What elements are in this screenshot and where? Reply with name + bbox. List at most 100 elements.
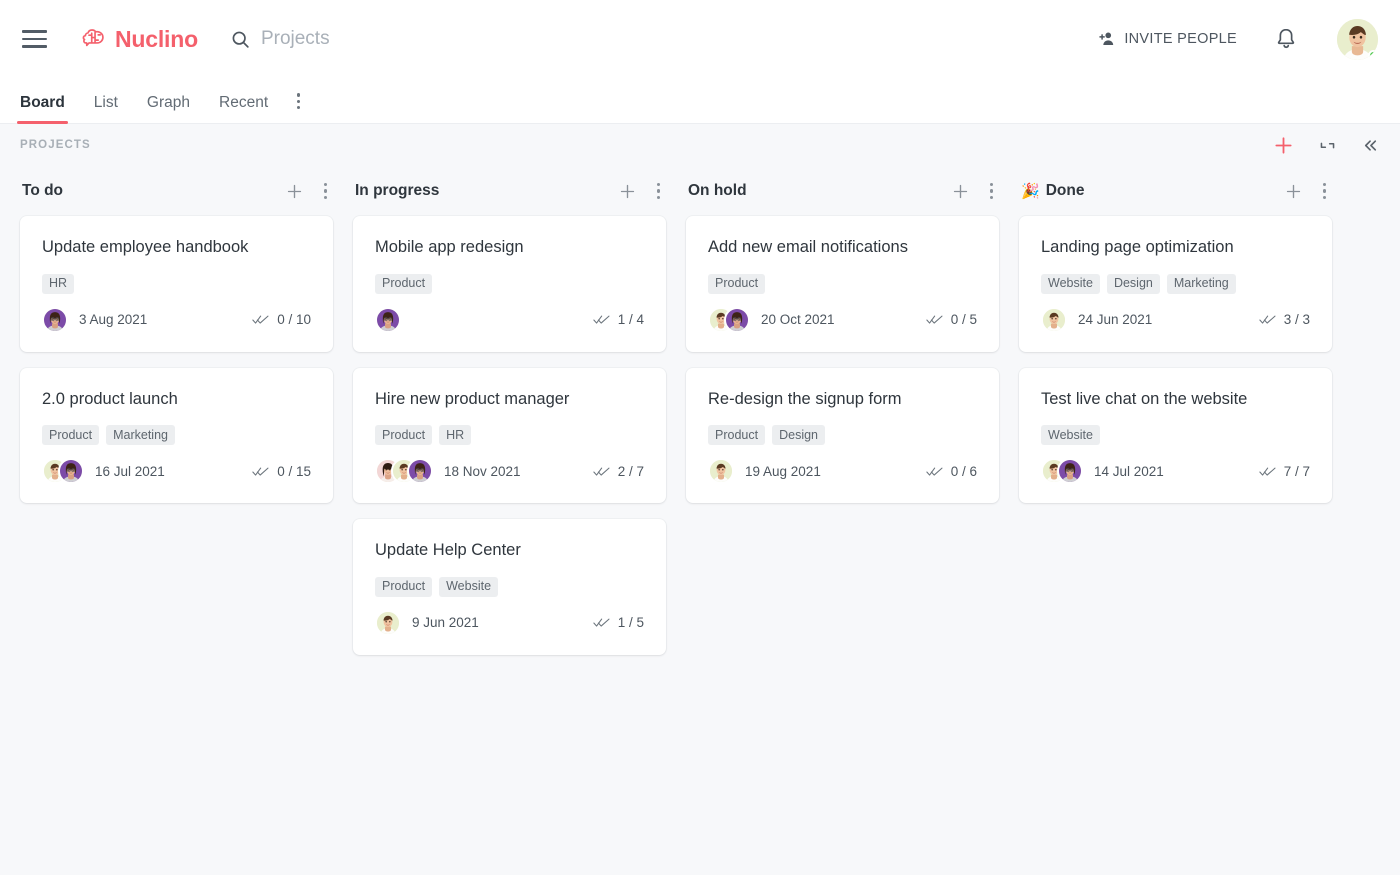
card-assignees: [375, 458, 433, 484]
card-tag[interactable]: Product: [42, 425, 99, 445]
column-actions: [1285, 181, 1330, 201]
hamburger-menu-icon[interactable]: [22, 26, 48, 52]
board-card[interactable]: Update Help Center Product Website 9 Jun …: [353, 519, 666, 655]
view-tabs: Board List Graph Recent: [0, 78, 1400, 124]
avatar-image: [409, 460, 431, 482]
card-tag[interactable]: Website: [439, 577, 498, 597]
board-card[interactable]: Mobile app redesign Product 1 / 4: [353, 216, 666, 352]
add-card-button[interactable]: [619, 183, 636, 200]
card-due-date: 3 Aug 2021: [79, 312, 147, 327]
dot: [1323, 183, 1326, 186]
board-card[interactable]: Landing page optimization WebsiteDesignM…: [1019, 216, 1332, 352]
card-tag[interactable]: Marketing: [1167, 274, 1236, 294]
card-tag[interactable]: Product: [375, 425, 432, 445]
card-tag[interactable]: Website: [1041, 274, 1100, 294]
board-card[interactable]: 2.0 product launch ProductMarketing 16 J…: [20, 368, 333, 504]
assignee-avatar[interactable]: [58, 458, 84, 484]
nuclino-logo[interactable]: Nuclino: [80, 25, 198, 53]
assignee-avatar[interactable]: [1057, 458, 1083, 484]
assignee-avatar[interactable]: [724, 307, 750, 333]
assignee-avatar[interactable]: [1041, 307, 1067, 333]
top-bar: Nuclino INVITE PEOPLE: [0, 0, 1400, 78]
card-due-date: 19 Aug 2021: [745, 464, 821, 479]
card-progress-label: 0 / 6: [951, 464, 977, 479]
board-columns: To do Update employee handbook HR: [0, 166, 1400, 671]
collapse-all-button[interactable]: [1318, 136, 1337, 155]
tab-graph[interactable]: Graph: [147, 94, 190, 123]
collapse-sidebar-button[interactable]: [1361, 136, 1380, 155]
tab-board[interactable]: Board: [20, 94, 65, 123]
card-title: Update Help Center: [375, 540, 644, 561]
board-card[interactable]: Re-design the signup form ProductDesign …: [686, 368, 999, 504]
card-tag[interactable]: HR: [42, 274, 74, 294]
top-bar-right: INVITE PEOPLE: [1097, 19, 1378, 60]
invite-people-button[interactable]: INVITE PEOPLE: [1097, 29, 1237, 49]
board-card[interactable]: Hire new product manager Product HR: [353, 368, 666, 504]
card-tags: Product Marketing: [42, 425, 311, 445]
assignee-avatar[interactable]: [708, 458, 734, 484]
search-input[interactable]: [261, 28, 691, 50]
card-title: Mobile app redesign: [375, 237, 644, 258]
bell-icon[interactable]: [1273, 26, 1299, 52]
assignee-avatar[interactable]: [407, 458, 433, 484]
card-tags: HR: [42, 274, 311, 294]
column-title: In progress: [355, 182, 439, 200]
card-tag[interactable]: Product: [708, 274, 765, 294]
card-tag[interactable]: Marketing: [106, 425, 175, 445]
add-card-button[interactable]: [286, 183, 303, 200]
card-tag[interactable]: Product: [375, 274, 432, 294]
card-footer: 3 Aug 2021 0 / 10: [42, 306, 311, 334]
user-avatar[interactable]: [1337, 19, 1378, 60]
card-tag[interactable]: Website: [1041, 425, 1100, 445]
board-column: In progress Mobile app redesign Product: [353, 174, 666, 671]
board-card[interactable]: Test live chat on the website Website 14: [1019, 368, 1332, 504]
column-menu-button[interactable]: [986, 181, 997, 201]
avatar-image: [726, 309, 748, 331]
search-bar[interactable]: [230, 28, 1097, 50]
assignee-avatar[interactable]: [375, 307, 401, 333]
column-menu-button[interactable]: [1319, 181, 1330, 201]
plus-icon: [286, 183, 303, 200]
add-item-button[interactable]: [1273, 135, 1294, 156]
card-title: Hire new product manager: [375, 389, 644, 410]
add-card-button[interactable]: [952, 183, 969, 200]
card-tag[interactable]: HR: [439, 425, 471, 445]
card-tag[interactable]: Design: [1107, 274, 1160, 294]
column-menu-button[interactable]: [320, 181, 331, 201]
hamburger-line: [22, 38, 47, 40]
card-due-date: 20 Oct 2021: [761, 312, 835, 327]
status-badge: [1368, 50, 1378, 60]
column-header: On hold: [686, 174, 999, 208]
card-tag[interactable]: Design: [772, 425, 825, 445]
card-tag[interactable]: Product: [708, 425, 765, 445]
add-card-button[interactable]: [1285, 183, 1302, 200]
board-header: PROJECTS: [0, 124, 1400, 166]
column-header: To do: [20, 174, 333, 208]
card-due-date: 9 Jun 2021: [412, 615, 479, 630]
dot: [297, 100, 300, 103]
dot: [1323, 196, 1326, 199]
plus-icon: [952, 183, 969, 200]
card-due-date: 14 Jul 2021: [1094, 464, 1164, 479]
tab-list[interactable]: List: [94, 94, 118, 123]
tab-recent[interactable]: Recent: [219, 94, 268, 123]
assignee-avatar[interactable]: [375, 610, 401, 636]
card-tag[interactable]: Product: [375, 577, 432, 597]
avatar-image: [1059, 460, 1081, 482]
card-progress-label: 2 / 7: [618, 464, 644, 479]
board-card[interactable]: Update employee handbook HR 3 Aug 2021 0…: [20, 216, 333, 352]
card-footer: 18 Nov 2021 2 / 7: [375, 457, 644, 485]
search-icon: [230, 29, 251, 50]
board-column: 🎉 Done Landing page optimization Website…: [1019, 174, 1332, 519]
card-footer: 14 Jul 2021 7 / 7: [1041, 457, 1310, 485]
card-assignees: [1041, 458, 1083, 484]
more-vertical-icon[interactable]: [297, 93, 300, 120]
assignee-avatar[interactable]: [42, 307, 68, 333]
column-actions: [952, 181, 997, 201]
board-card[interactable]: Add new email notifications Product 20 O…: [686, 216, 999, 352]
column-menu-button[interactable]: [653, 181, 664, 201]
card-footer: 24 Jun 2021 3 / 3: [1041, 306, 1310, 334]
avatar-image: [377, 309, 399, 331]
board-actions: [1273, 135, 1380, 156]
double-check-icon: [926, 313, 943, 326]
